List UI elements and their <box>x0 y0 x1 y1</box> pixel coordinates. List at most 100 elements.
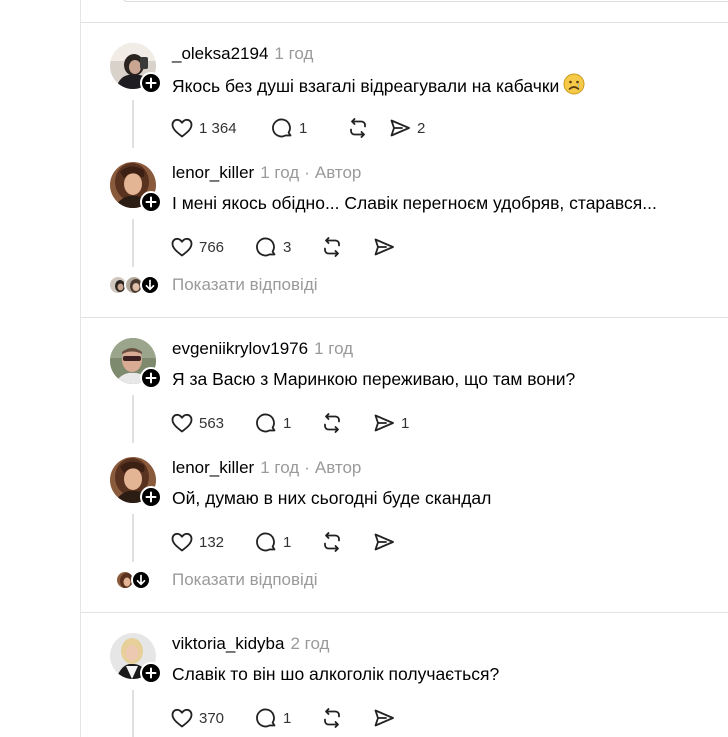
like-button[interactable]: 766 <box>170 235 254 259</box>
send-icon <box>374 414 394 432</box>
send-icon <box>374 238 394 256</box>
heart-icon <box>171 532 193 552</box>
author-badge: Автор <box>314 458 362 477</box>
share-button[interactable]: 2 <box>388 116 425 140</box>
divider <box>81 317 728 318</box>
like-count: 132 <box>199 533 225 551</box>
thread-line <box>132 219 134 267</box>
username[interactable]: lenor_killer <box>172 163 254 182</box>
show-replies-button[interactable]: Показати відповіді <box>108 273 318 297</box>
follow-plus-icon[interactable] <box>140 72 162 94</box>
show-replies-label[interactable]: Показати відповіді <box>172 570 318 590</box>
send-icon <box>374 533 394 551</box>
like-count: 370 <box>199 709 225 727</box>
repost-icon <box>324 237 340 257</box>
reply-button[interactable]: 3 <box>254 235 320 259</box>
arrow-down-icon <box>140 275 160 295</box>
repost-button[interactable] <box>320 411 372 435</box>
comment-text: Я за Васю з Маринкою переживаю, що там в… <box>172 369 576 389</box>
share-button[interactable] <box>372 706 396 730</box>
comment-text: І мені якось обідно... Славік перегноєм … <box>172 193 657 213</box>
share-count: 1 <box>401 414 410 432</box>
reply-button[interactable]: 1 <box>270 116 346 140</box>
share-button[interactable] <box>372 235 396 259</box>
repost-icon <box>324 413 340 433</box>
send-icon <box>374 709 394 727</box>
divider <box>81 22 728 23</box>
like-button[interactable]: 563 <box>170 411 254 435</box>
repost-button[interactable] <box>320 706 372 730</box>
arrow-down-icon <box>131 570 151 590</box>
like-button[interactable]: 132 <box>170 530 254 554</box>
like-count: 766 <box>199 238 225 256</box>
like-button[interactable]: 1 364 <box>170 116 270 140</box>
timestamp[interactable]: 1 год <box>314 339 353 358</box>
timestamp[interactable]: 2 год <box>290 634 329 653</box>
reply-avatars <box>108 273 162 297</box>
show-replies-button[interactable]: Показати відповіді <box>110 568 318 592</box>
comment-text: Якось без душі взагалі відреагували на к… <box>172 73 585 100</box>
thread-line <box>132 690 134 737</box>
avatar-container[interactable] <box>110 338 162 389</box>
comment-bubble-icon <box>256 413 276 433</box>
comment-body: Якось без душі взагалі відреагували на к… <box>172 76 560 96</box>
username[interactable]: evgeniikrylov1976 <box>172 339 308 358</box>
follow-plus-icon[interactable] <box>140 486 162 508</box>
comment-bubble-icon <box>256 532 276 552</box>
heart-icon <box>171 708 193 728</box>
separator-dot: · <box>304 458 310 477</box>
show-replies-label[interactable]: Показати відповіді <box>172 275 318 295</box>
reply-count: 1 <box>299 119 308 137</box>
send-icon <box>390 119 410 137</box>
comment-bubble-icon <box>256 708 276 728</box>
reply-count: 3 <box>283 238 292 256</box>
feed-left-border <box>80 0 81 737</box>
repost-button[interactable] <box>346 116 388 140</box>
share-count: 2 <box>417 119 426 137</box>
heart-icon <box>171 237 193 257</box>
sad-face-emoji <box>563 73 585 100</box>
username[interactable]: viktoria_kidyba <box>172 634 284 653</box>
reply-avatars <box>110 568 162 592</box>
repost-icon <box>324 708 340 728</box>
comment-text: Славік то він шо алкоголік получається? <box>172 664 500 684</box>
reply-count: 1 <box>283 709 292 727</box>
thread-line <box>132 514 134 562</box>
comment-text: Ой, думаю в них сьогодні буде скандал <box>172 488 492 508</box>
reply-composer-edge[interactable] <box>122 0 728 2</box>
reply-button[interactable]: 1 <box>254 706 320 730</box>
heart-icon <box>171 413 193 433</box>
share-button[interactable] <box>372 530 396 554</box>
like-count: 563 <box>199 414 225 432</box>
avatar-container[interactable] <box>110 633 162 684</box>
timestamp[interactable]: 1 год <box>260 163 299 182</box>
heart-icon <box>171 118 193 138</box>
follow-plus-icon[interactable] <box>140 191 162 213</box>
repost-icon <box>350 118 366 138</box>
repost-button[interactable] <box>320 235 372 259</box>
reply-button[interactable]: 1 <box>254 530 320 554</box>
repost-icon <box>324 532 340 552</box>
author-badge: Автор <box>314 163 362 182</box>
avatar-container[interactable] <box>110 457 162 508</box>
divider <box>81 612 728 613</box>
comment-bubble-icon <box>272 118 292 138</box>
timestamp[interactable]: 1 год <box>260 458 299 477</box>
thread-line <box>132 100 134 148</box>
follow-plus-icon[interactable] <box>140 367 162 389</box>
repost-button[interactable] <box>320 530 372 554</box>
avatar-container[interactable] <box>110 162 162 213</box>
comment-bubble-icon <box>256 237 276 257</box>
reply-count: 1 <box>283 533 292 551</box>
like-count: 1 364 <box>199 119 237 137</box>
avatar-container[interactable] <box>110 43 162 94</box>
share-button[interactable]: 1 <box>372 411 409 435</box>
reply-button[interactable]: 1 <box>254 411 320 435</box>
timestamp[interactable]: 1 год <box>274 44 313 63</box>
username[interactable]: lenor_killer <box>172 458 254 477</box>
reply-count: 1 <box>283 414 292 432</box>
like-button[interactable]: 370 <box>170 706 254 730</box>
thread-line <box>132 395 134 443</box>
follow-plus-icon[interactable] <box>140 662 162 684</box>
username[interactable]: _oleksa2194 <box>172 44 268 63</box>
